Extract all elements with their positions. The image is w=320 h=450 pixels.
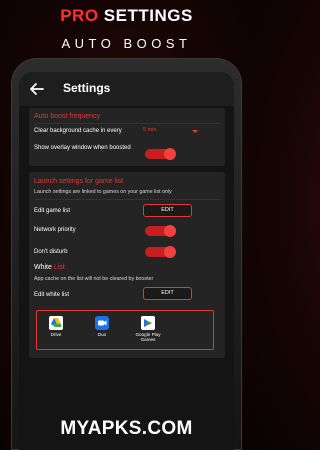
app-label-duo: Duo	[97, 332, 107, 337]
page-title: Settings	[63, 81, 111, 95]
app-item-play-games[interactable]: Google Play Games	[131, 316, 165, 342]
google-play-games-icon	[141, 316, 155, 330]
app-label-drive: Drive	[50, 332, 62, 337]
chevron-down-icon[interactable]	[192, 130, 198, 133]
network-priority-toggle[interactable]	[145, 225, 176, 237]
launch-settings-title: Launch settings for game list	[34, 178, 124, 185]
white-list-apps: Drive Duo Google Play Games	[36, 310, 214, 350]
phone-screen: Settings Auto boost frequency Clear back…	[19, 72, 234, 450]
app-label-play-games: Google Play Games	[135, 332, 161, 342]
white-list-desc: App cache on the list will not be cleare…	[34, 276, 154, 282]
overlay-window-toggle[interactable]	[145, 148, 176, 160]
headline-settings: SETTINGS	[103, 6, 193, 25]
toggle-knob	[164, 246, 176, 258]
white-list-title-red: List	[53, 264, 65, 271]
promo-subheadline: AUTO BOOST	[61, 36, 192, 51]
google-duo-icon	[95, 316, 109, 330]
clear-cache-select[interactable]: 5 min	[143, 127, 156, 133]
arrow-left-icon[interactable]	[29, 81, 45, 97]
app-item-duo[interactable]: Duo	[85, 316, 119, 337]
toggle-knob	[164, 225, 176, 237]
edit-white-list-button[interactable]: EDIT	[143, 287, 192, 300]
network-priority-label: Network priority	[34, 227, 76, 233]
dont-disturb-toggle[interactable]	[145, 246, 176, 258]
white-list-title-white: White	[34, 264, 54, 271]
watermark: MYAPKS.COM	[60, 418, 193, 439]
divider	[34, 199, 220, 200]
edit-white-list-label: Edit white list	[34, 292, 70, 298]
promo-headline: PRO SETTINGS	[0, 6, 253, 26]
launch-settings-desc: Launch settings are linked to games on y…	[34, 189, 172, 195]
dont-disturb-label: Don't disturb	[34, 249, 68, 255]
edit-game-list-button[interactable]: EDIT	[143, 204, 192, 217]
app-item-drive[interactable]: Drive	[39, 316, 73, 337]
edit-game-list-label: Edit game list	[34, 208, 71, 214]
auto-boost-title: Auto boost frequency	[34, 113, 101, 120]
clear-cache-label: Clear background cache in every	[34, 128, 122, 134]
toggle-knob	[164, 148, 176, 160]
divider	[34, 123, 220, 124]
white-list-title: White List	[34, 264, 65, 271]
app-bar: Settings	[19, 72, 234, 106]
headline-pro: PRO	[60, 6, 99, 25]
auto-boost-card: Auto boost frequency Clear background ca…	[29, 108, 225, 166]
overlay-window-label: Show overlay window when boosted	[34, 145, 131, 151]
google-drive-icon	[49, 316, 63, 330]
